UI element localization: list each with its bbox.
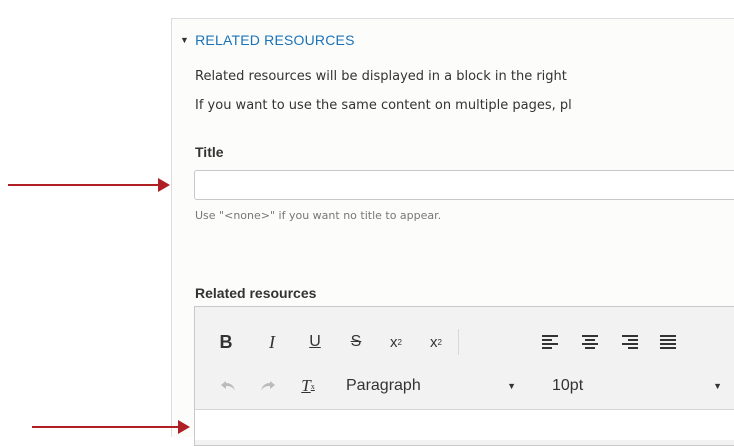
caret-down-icon: ▼ xyxy=(713,381,722,391)
subscript-icon[interactable]: x2 xyxy=(424,330,448,354)
section-title: RELATED RESOURCES xyxy=(195,32,355,48)
toolbar-divider xyxy=(458,329,459,355)
caret-down-icon: ▼ xyxy=(507,381,516,391)
caret-down-icon: ▼ xyxy=(180,35,190,45)
font-size-select-value: 10pt xyxy=(552,377,584,394)
format-select[interactable]: Paragraph ▼ xyxy=(346,374,516,398)
superscript-icon[interactable]: x2 xyxy=(384,330,408,354)
align-center-icon[interactable] xyxy=(578,330,602,354)
section-toggle[interactable]: ▼ RELATED RESOURCES xyxy=(180,32,355,48)
clear-formatting-icon[interactable]: Tx xyxy=(296,374,320,398)
format-select-value: Paragraph xyxy=(346,377,421,394)
redo-icon[interactable] xyxy=(256,374,280,398)
strikethrough-icon[interactable]: S xyxy=(344,330,368,354)
italic-icon[interactable]: I xyxy=(260,330,284,354)
font-size-select[interactable]: 10pt ▼ xyxy=(552,374,722,398)
section-description-line-1: Related resources will be displayed in a… xyxy=(195,69,567,84)
annotation-arrow-editor xyxy=(32,420,190,434)
annotation-arrow-title xyxy=(8,178,170,192)
editor-content-area[interactable] xyxy=(195,409,734,440)
title-help-text: Use "<none>" if you want no title to app… xyxy=(195,209,442,222)
underline-icon[interactable]: U xyxy=(303,330,327,354)
align-justify-icon[interactable] xyxy=(656,330,680,354)
align-right-icon[interactable] xyxy=(618,330,642,354)
title-input[interactable] xyxy=(194,170,734,200)
bold-icon[interactable]: B xyxy=(214,330,238,354)
title-label: Title xyxy=(195,144,224,160)
section-description-line-2: If you want to use the same content on m… xyxy=(195,98,572,113)
align-left-icon[interactable] xyxy=(538,330,562,354)
undo-icon[interactable] xyxy=(216,374,240,398)
related-resources-label: Related resources xyxy=(195,285,317,301)
